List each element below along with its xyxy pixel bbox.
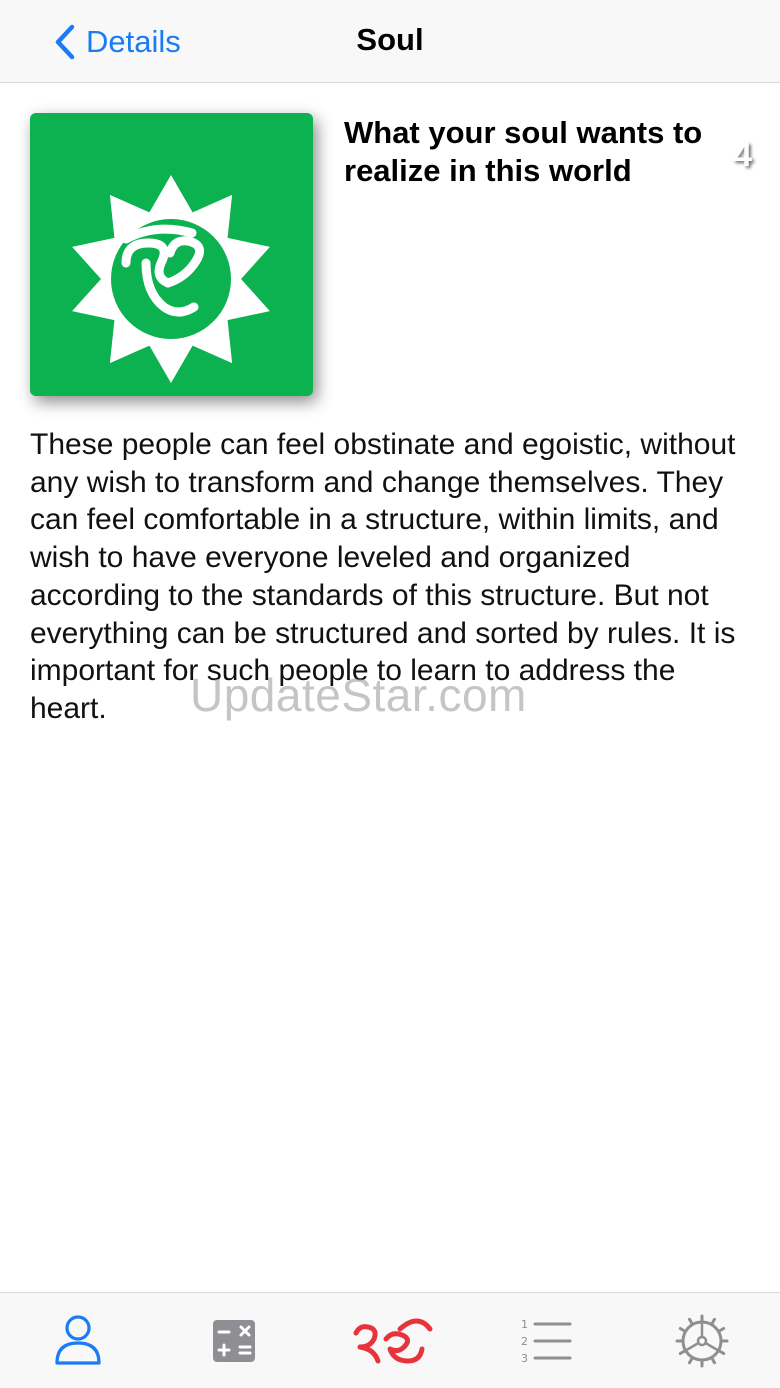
tab-settings[interactable] [672,1311,732,1371]
section-heading: What your soul wants to realize in this … [344,115,703,188]
ik-onkar-icon [353,1318,433,1364]
calculator-icon [213,1320,255,1362]
tab-ik-onkar[interactable] [350,1311,434,1371]
person-icon [55,1315,101,1365]
tab-profile[interactable] [48,1311,108,1371]
settings-gear-icon [675,1314,729,1368]
tab-calculator[interactable] [204,1311,264,1371]
navigation-bar: Details Soul [0,0,780,83]
svg-text:3: 3 [521,1352,528,1365]
soul-number-card [30,113,313,396]
page-title: Soul [356,22,424,57]
tab-bar: 1 2 3 [0,1292,780,1388]
watermark-logo: UpdateStar.com [190,669,527,721]
svg-text:1: 1 [521,1318,528,1331]
numbered-list-icon: 1 2 3 [521,1318,572,1365]
star-emblem-icon [72,175,270,383]
tab-numbered-list[interactable]: 1 2 3 [516,1311,576,1371]
svg-text:2: 2 [521,1335,528,1348]
